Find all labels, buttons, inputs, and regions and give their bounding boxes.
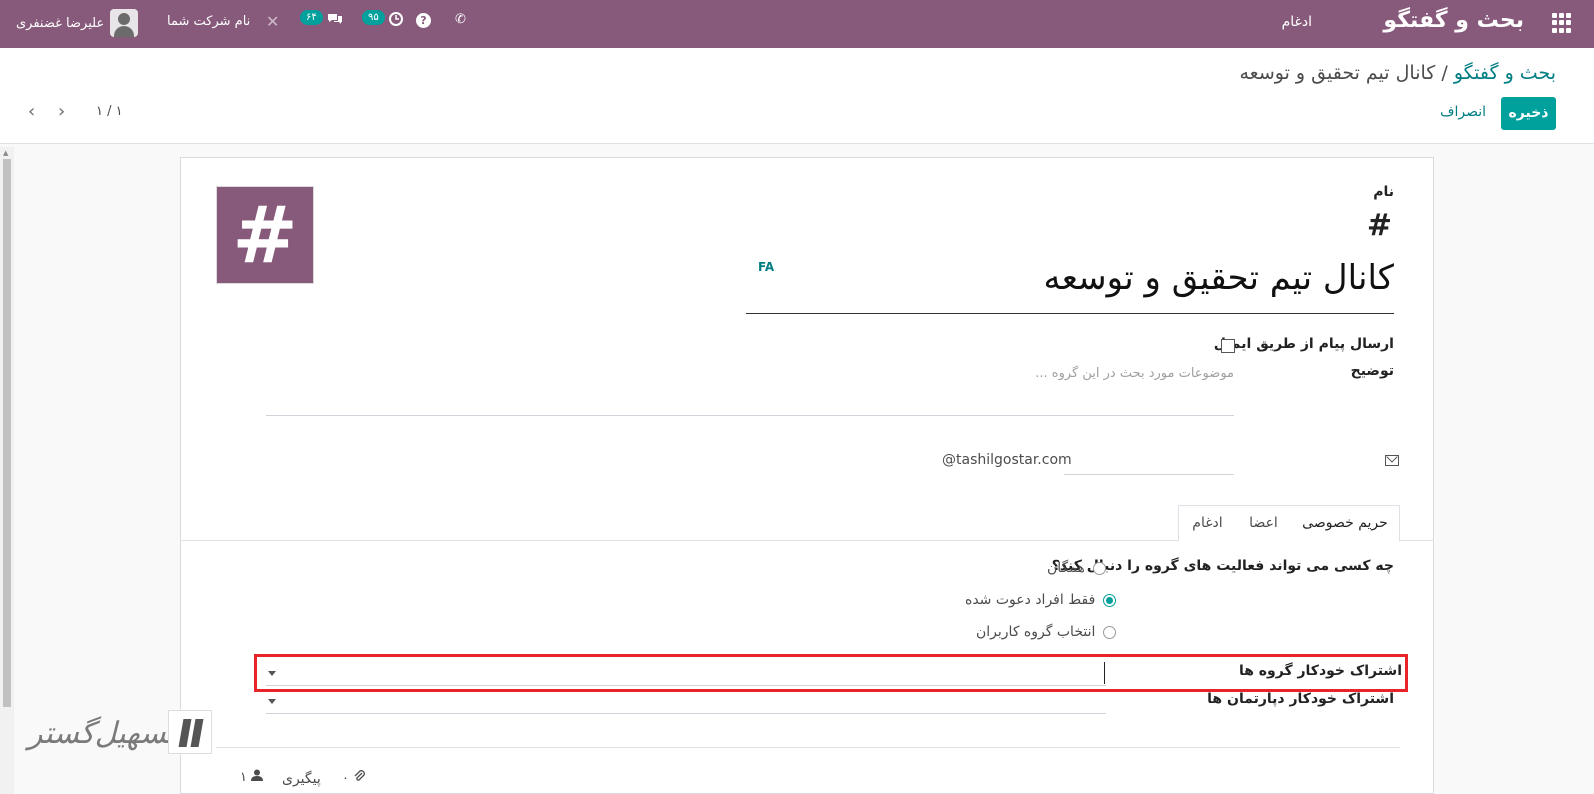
attachments-button[interactable]: ۰ xyxy=(342,770,366,786)
pager-next-icon[interactable]: › xyxy=(58,103,65,121)
auto-subscribe-departments-select[interactable] xyxy=(266,690,1106,714)
top-navbar: بحث و گفتگو ادغام علیرضا غضنفری نام شرکت… xyxy=(0,0,1594,48)
channel-hash-prefix: # xyxy=(1366,208,1392,243)
clock-icon xyxy=(388,12,403,26)
pager-prev-icon[interactable]: ‹ xyxy=(28,103,35,121)
watermark-logo: تسهیل‌گستر xyxy=(28,710,216,766)
chat-bubbles-icon xyxy=(327,14,342,24)
name-label: نام xyxy=(1373,184,1394,200)
radio-label: انتخاب گروه کاربران xyxy=(976,624,1096,640)
radio-option-invited[interactable]: فقط افراد دعوت شده xyxy=(965,592,1117,608)
help-icon[interactable]: ? xyxy=(416,13,431,28)
apps-menu-icon[interactable] xyxy=(1552,13,1572,33)
attachments-count: ۰ xyxy=(342,771,349,786)
auto-subscribe-groups-label: اشتراک خودکار گروه ها xyxy=(1238,663,1402,679)
user-icon xyxy=(251,769,264,781)
radio-button[interactable] xyxy=(1103,593,1117,607)
tab-merge[interactable]: ادغام xyxy=(1178,505,1236,541)
channel-image[interactable]: # xyxy=(216,186,314,284)
save-button[interactable]: ذخیره xyxy=(1501,97,1556,130)
translate-language-button[interactable]: FA xyxy=(758,260,774,274)
radio-button[interactable] xyxy=(1092,561,1106,575)
chat-counter-badge: ۶۴ xyxy=(300,10,323,25)
phone-icon[interactable]: ✆ xyxy=(455,12,466,27)
radio-label: همگان xyxy=(1047,560,1085,576)
text-cursor xyxy=(1104,662,1105,684)
followers-count: ۱ xyxy=(240,770,247,785)
discard-button[interactable]: انصراف xyxy=(1440,104,1486,120)
pager-value[interactable]: ۱ / ۱ xyxy=(96,104,123,119)
watermark-mark-icon xyxy=(168,710,212,754)
follow-button[interactable]: پیگیری xyxy=(282,771,321,787)
scrollbar[interactable]: ▲ xyxy=(0,147,14,794)
activity-menu[interactable]: ۹۵ xyxy=(362,10,403,26)
breadcrumb-separator: / xyxy=(1435,62,1454,84)
description-field[interactable]: موضوعات مورد بحث در این گروه ... xyxy=(266,358,1234,416)
description-label: توضیح xyxy=(1350,363,1394,379)
chatter-divider xyxy=(216,747,1400,748)
scrollbar-thumb[interactable] xyxy=(3,159,11,707)
chevron-down-icon[interactable] xyxy=(268,699,276,704)
breadcrumb: بحث و گفتگو / کانال تیم تحقیق و توسعه xyxy=(1240,62,1557,84)
auto-subscribe-departments-label: اشتراک خودکار دپارتمان ها xyxy=(1207,691,1394,707)
watermark-text: تسهیل‌گستر xyxy=(28,716,176,751)
activity-counter-badge: ۹۵ xyxy=(362,10,385,25)
scroll-up-icon[interactable]: ▲ xyxy=(3,149,8,157)
debug-close-icon[interactable]: ✕ xyxy=(266,12,279,31)
followers-button[interactable]: ۱ xyxy=(240,769,264,785)
radio-option-user-group[interactable]: انتخاب گروه کاربران xyxy=(976,624,1117,640)
breadcrumb-current: کانال تیم تحقیق و توسعه xyxy=(1239,62,1436,84)
app-brand[interactable]: بحث و گفتگو xyxy=(1383,8,1524,33)
email-domain: @tashilgostar.com xyxy=(942,452,1072,468)
menu-item-merge[interactable]: ادغام xyxy=(1282,14,1312,30)
radio-label: فقط افراد دعوت شده xyxy=(965,592,1096,608)
breadcrumb-root-link[interactable]: بحث و گفتگو xyxy=(1454,62,1556,84)
paperclip-icon xyxy=(354,770,366,781)
email-send-label: ارسال پیام از طریق ایمیل xyxy=(1213,336,1394,352)
tab-members[interactable]: اعضا xyxy=(1235,505,1291,541)
radio-option-everyone[interactable]: همگان xyxy=(1047,560,1106,576)
company-name[interactable]: نام شرکت شما xyxy=(167,14,250,29)
user-menu[interactable]: علیرضا غضنفری xyxy=(16,9,139,37)
messaging-menu[interactable]: ۶۴ xyxy=(300,10,343,26)
auto-subscribe-groups-select[interactable] xyxy=(266,662,1106,686)
systray: علیرضا غضنفری نام شرکت شما ✕ ۶۴ ۹۵ ? ✆ xyxy=(0,0,480,48)
avatar xyxy=(110,9,139,37)
envelope-icon xyxy=(1385,455,1399,466)
chevron-down-icon[interactable] xyxy=(268,671,276,676)
tab-privacy[interactable]: حریم خصوصی xyxy=(1290,505,1400,542)
email-alias-input[interactable] xyxy=(1064,443,1234,475)
description-placeholder: موضوعات مورد بحث در این گروه ... xyxy=(1035,366,1234,381)
user-name: علیرضا غضنفری xyxy=(16,15,105,31)
radio-button[interactable] xyxy=(1103,625,1117,639)
channel-name-input[interactable]: کانال تیم تحقیق و توسعه xyxy=(746,252,1394,314)
email-send-checkbox[interactable] xyxy=(1221,339,1235,353)
